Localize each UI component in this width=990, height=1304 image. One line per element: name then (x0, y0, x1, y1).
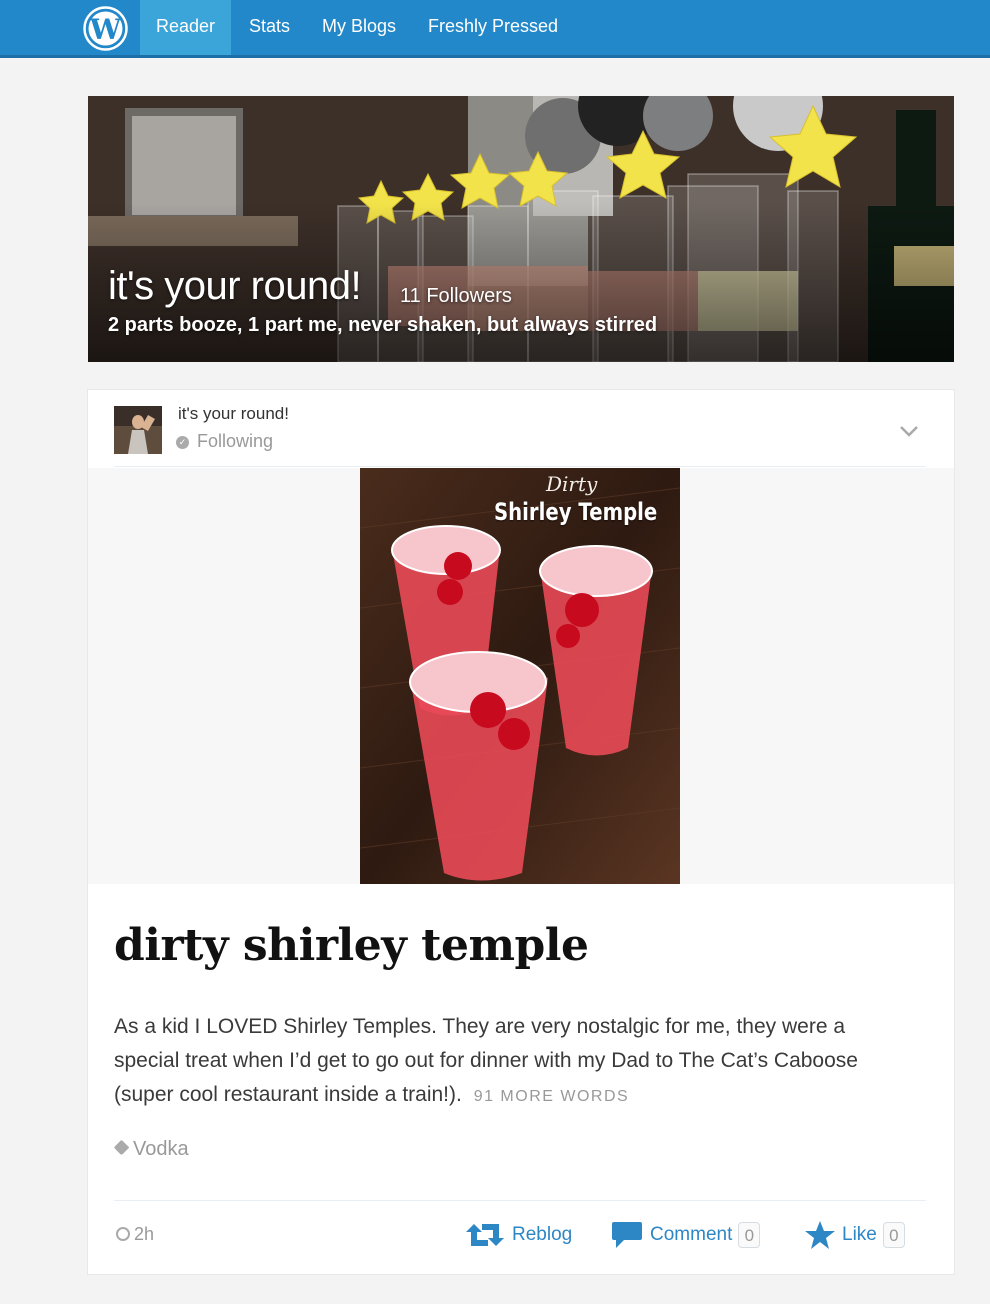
wordpress-logo-icon[interactable]: W (83, 6, 128, 51)
reblog-label: Reblog (512, 1224, 573, 1245)
banner-follower-count: 11 Followers (400, 285, 512, 307)
post-excerpt: As a kid I LOVED Shirley Temples. They a… (114, 1010, 914, 1114)
nav-stats[interactable]: Stats (233, 0, 306, 55)
star-icon (805, 1221, 835, 1249)
nav-reader[interactable]: Reader (140, 0, 232, 55)
comment-icon (612, 1222, 642, 1248)
comment-label: Comment (650, 1224, 733, 1246)
follow-status[interactable]: ✓ Following (176, 431, 273, 452)
more-words-link[interactable]: 91 MORE WORDS (474, 1088, 630, 1105)
banner-blog-title[interactable]: it's your round! (108, 264, 362, 309)
like-button[interactable]: Like 0 (804, 1220, 905, 1250)
post-tag-label: Vodka (133, 1138, 189, 1160)
comment-count: 0 (738, 1222, 761, 1248)
post-card: it's your round! ✓ Following Dirty Shirl… (88, 390, 954, 1274)
post-site-name[interactable]: it's your round! (178, 404, 289, 424)
card-footer-divider (114, 1200, 926, 1201)
clock-icon (116, 1227, 130, 1241)
follow-status-label: Following (197, 431, 274, 451)
image-caption-small: Dirty (546, 472, 598, 496)
site-avatar[interactable] (114, 406, 162, 454)
like-count: 0 (882, 1222, 905, 1248)
nav-freshly-pressed[interactable]: Freshly Pressed (412, 0, 574, 55)
reblog-button[interactable]: Reblog (464, 1220, 572, 1250)
chevron-down-icon[interactable] (896, 418, 922, 444)
tag-icon (113, 1139, 130, 1156)
top-navigation-bar: W Reader Stats My Blogs Freshly Pressed (0, 0, 990, 58)
blog-header-banner[interactable]: it's your round! 11 Followers 2 parts bo… (88, 96, 954, 362)
comment-button[interactable]: Comment 0 (610, 1220, 761, 1250)
post-title[interactable]: dirty shirley temple (114, 920, 589, 971)
post-time[interactable]: 2h (116, 1224, 154, 1245)
featured-image-container: Dirty Shirley Temple (88, 468, 954, 884)
featured-image[interactable]: Dirty Shirley Temple (360, 468, 680, 884)
card-header-divider (114, 466, 926, 467)
checkmark-icon: ✓ (176, 436, 189, 449)
post-tag[interactable]: Vodka (113, 1138, 189, 1161)
image-caption-big: Shirley Temple (494, 498, 658, 526)
like-label: Like (842, 1224, 877, 1246)
post-time-label: 2h (134, 1224, 155, 1244)
banner-tagline: 2 parts booze, 1 part me, never shaken, … (108, 314, 658, 336)
reblog-icon (466, 1223, 504, 1246)
nav-my-blogs[interactable]: My Blogs (306, 0, 412, 55)
svg-text:W: W (89, 13, 122, 46)
